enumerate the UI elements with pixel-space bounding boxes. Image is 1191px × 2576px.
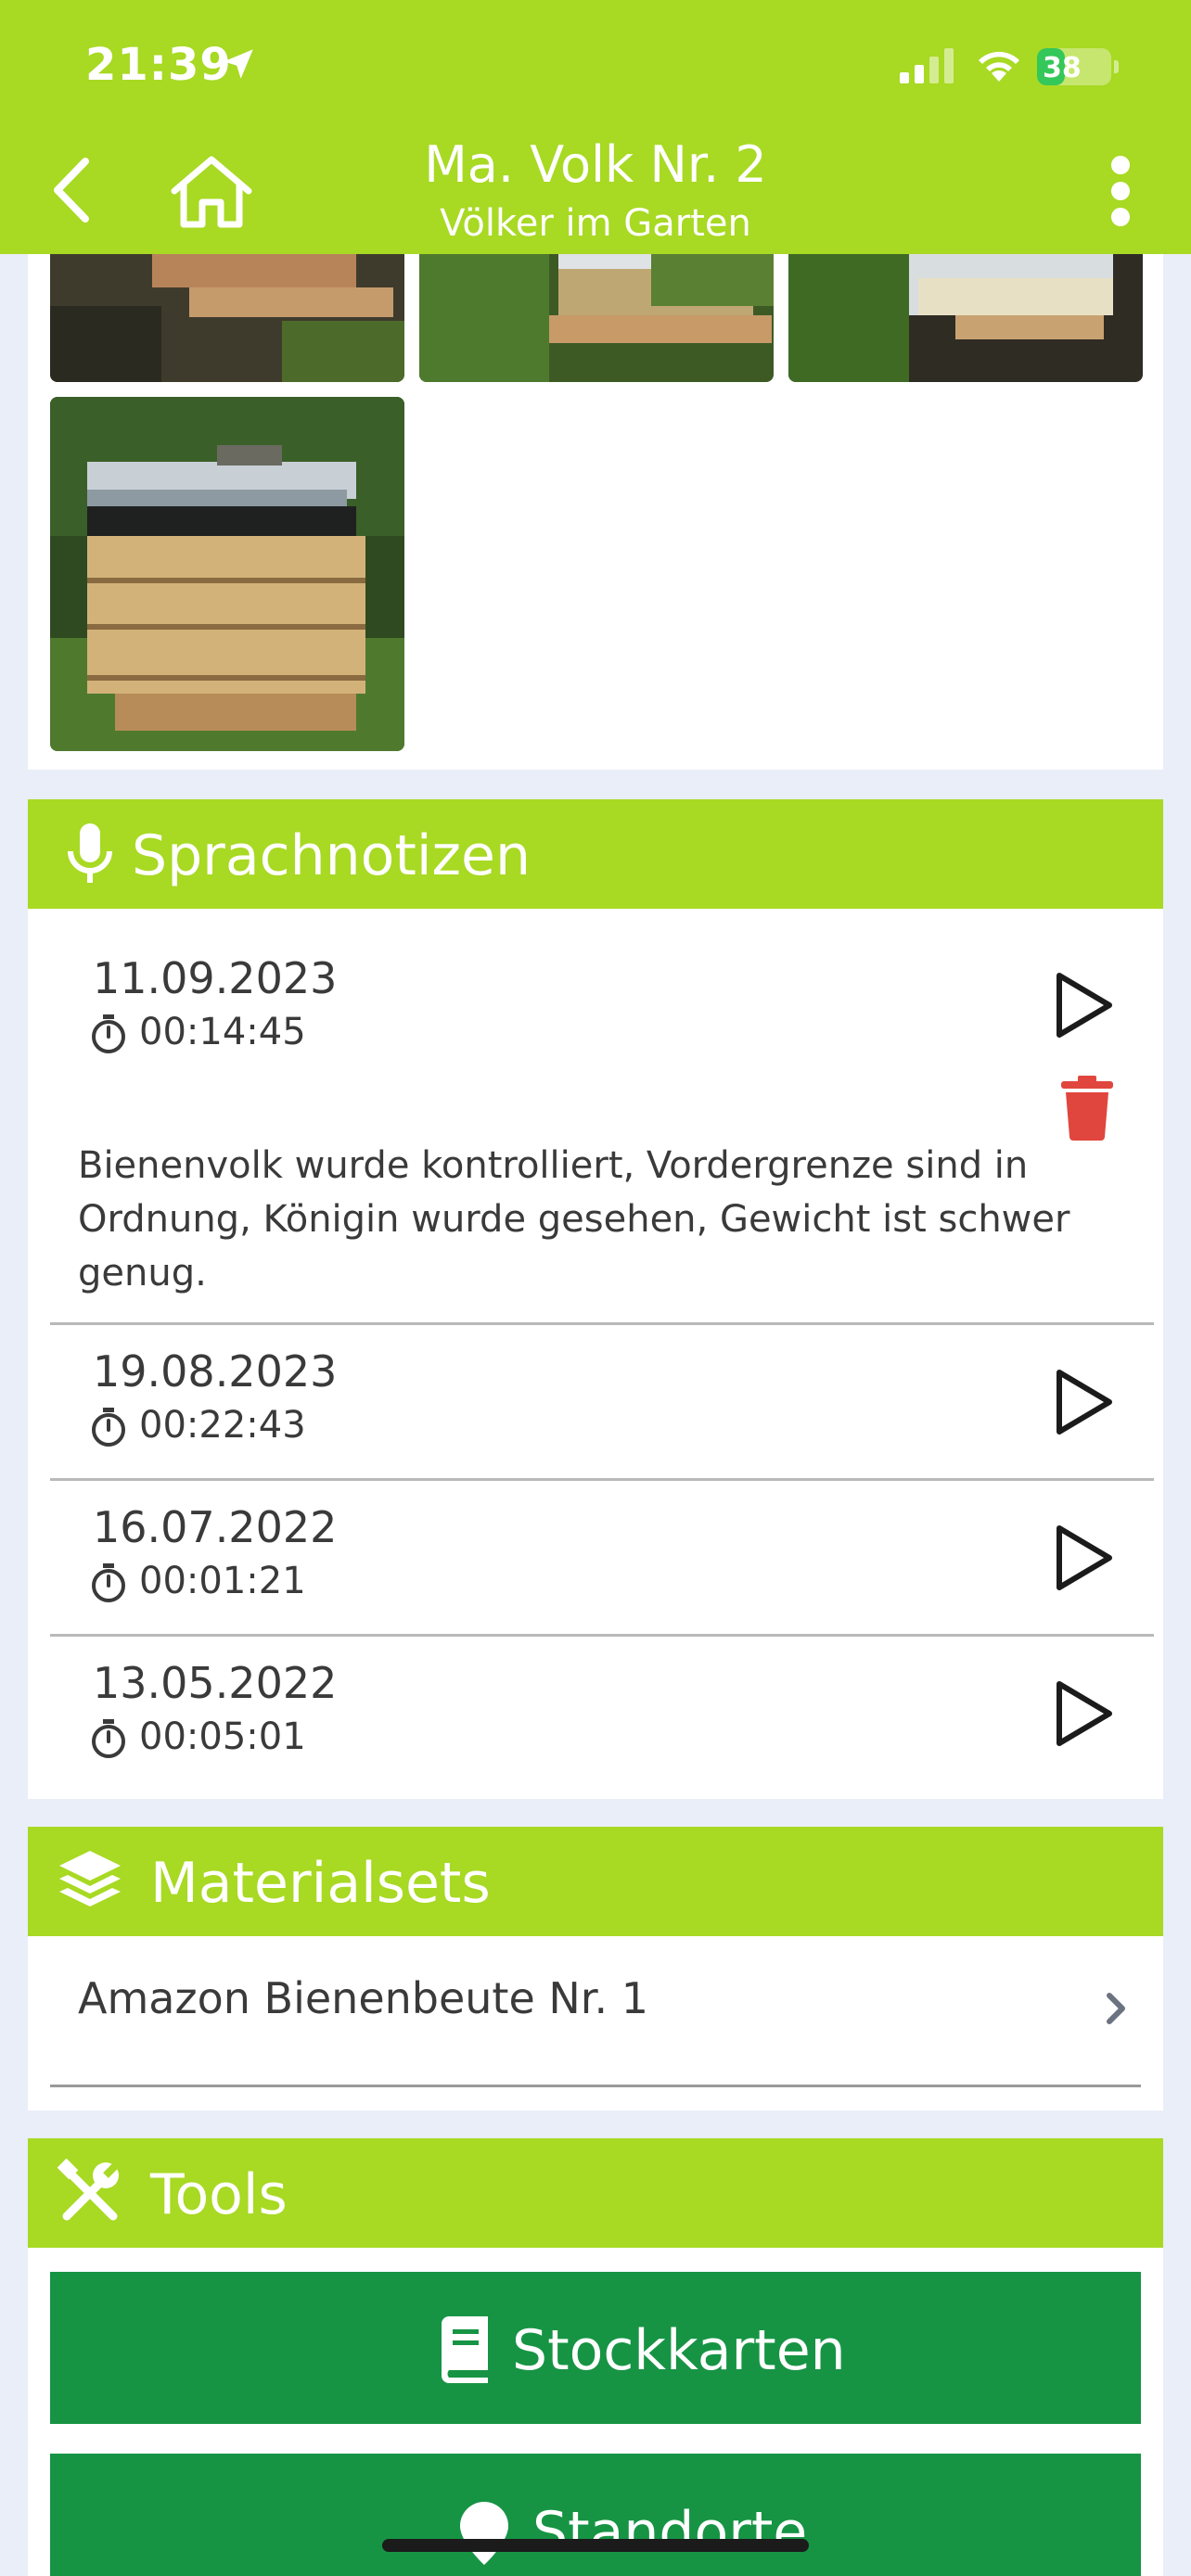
divider	[50, 2085, 1141, 2087]
page-subtitle: Völker im Garten	[440, 202, 751, 245]
standorte-button[interactable]: Standorte	[50, 2454, 1141, 2576]
tools-header: Tools	[28, 2138, 1163, 2248]
note-duration: 00:01:21	[139, 1560, 306, 1602]
battery-icon: 38	[1037, 48, 1119, 85]
tools-list: Stockkarten Standorte	[28, 2248, 1163, 2576]
standorte-label: Standorte	[532, 2500, 808, 2565]
divider	[50, 1634, 1154, 1637]
material-item-label: Amazon Bienenbeute Nr. 1	[78, 1973, 649, 2023]
chevron-right-icon	[1107, 1993, 1125, 2024]
stockkarten-label: Stockkarten	[512, 2318, 846, 2383]
status-time: 21:39	[85, 39, 232, 91]
back-icon[interactable]	[48, 156, 95, 224]
battery-level-text: 38	[1043, 52, 1082, 84]
home-indicator[interactable]	[382, 2539, 809, 2552]
signal-icon	[900, 48, 954, 83]
stockkarten-button[interactable]: Stockkarten	[50, 2272, 1141, 2424]
play-icon[interactable]	[1052, 1678, 1117, 1749]
battery-nub	[1114, 60, 1119, 73]
play-icon[interactable]	[1052, 1523, 1117, 1593]
map-pin-icon	[460, 2502, 508, 2565]
microphone-icon	[68, 823, 112, 883]
tools-icon	[57, 2158, 122, 2221]
note-date: 19.08.2023	[93, 1346, 338, 1396]
note-transcript: Bienenvolk wurde kontrolliert, Vordergre…	[78, 1144, 1070, 1294]
timer-icon	[92, 1408, 125, 1447]
materials-list: Amazon Bienenbeute Nr. 1	[28, 1936, 1163, 2111]
voice-notes-list: 11.09.2023 00:14:45 Bienenvolk wurde kon…	[28, 909, 1163, 1799]
divider	[50, 1478, 1154, 1481]
note-duration: 00:05:01	[139, 1715, 306, 1758]
tools-title: Tools	[150, 2162, 288, 2227]
play-icon[interactable]	[1052, 970, 1117, 1040]
timer-icon	[92, 1719, 125, 1758]
note-duration: 00:22:43	[139, 1404, 306, 1447]
timer-icon	[92, 1014, 125, 1053]
note-duration: 00:14:45	[139, 1011, 306, 1053]
divider	[50, 1322, 1154, 1325]
voice-notes-title: Sprachnotizen	[132, 823, 531, 888]
trash-icon[interactable]	[1057, 1074, 1117, 1141]
materials-header: Materialsets	[28, 1827, 1163, 1936]
page-title: Ma. Volk Nr. 2	[424, 135, 767, 194]
wifi-icon	[979, 51, 1019, 82]
materials-title: Materialsets	[150, 1851, 491, 1916]
more-icon[interactable]	[1102, 154, 1139, 228]
note-date: 16.07.2022	[93, 1502, 338, 1552]
layers-icon	[59, 1851, 121, 1906]
hive-photo-4[interactable]	[50, 397, 404, 751]
note-date: 13.05.2022	[93, 1658, 338, 1708]
timer-icon	[92, 1563, 125, 1602]
app-screen: 21:39 38 Ma. Volk Nr. 2 Völker im Garten…	[0, 0, 1191, 2576]
home-icon[interactable]	[169, 156, 254, 228]
location-arrow-icon	[224, 49, 253, 79]
book-icon	[442, 2316, 488, 2383]
voice-notes-header: Sprachnotizen	[28, 799, 1163, 909]
play-icon[interactable]	[1052, 1367, 1117, 1437]
app-header: 21:39 38 Ma. Volk Nr. 2 Völker im Garten	[0, 0, 1191, 254]
note-date: 11.09.2023	[93, 953, 338, 1003]
